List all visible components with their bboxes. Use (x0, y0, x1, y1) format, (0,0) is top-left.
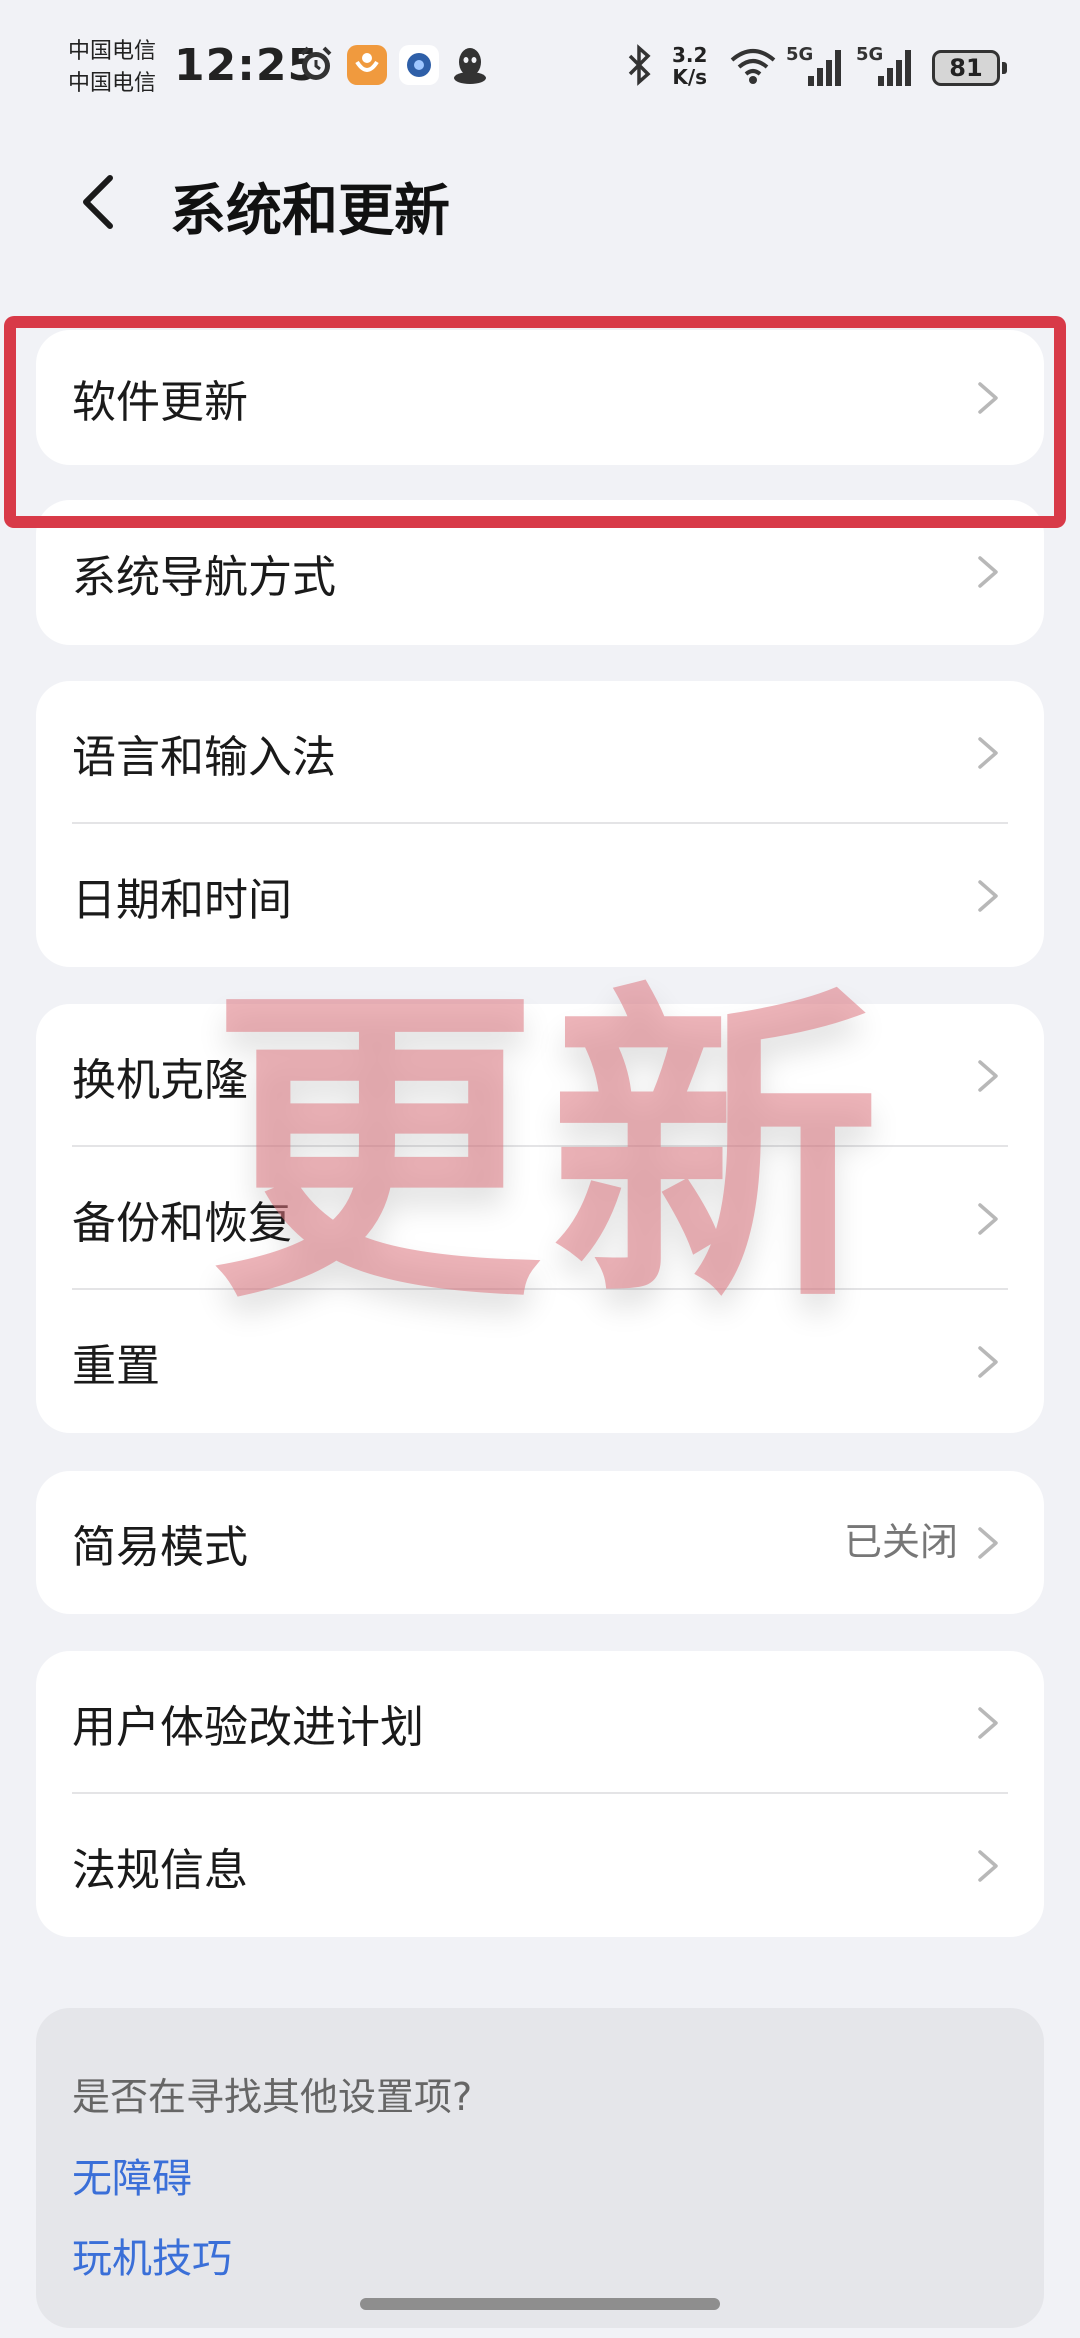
net-speed: 3.2 K/s (672, 44, 707, 88)
card-simple-mode: 简易模式 已关闭 (36, 1471, 1044, 1614)
row-phone-clone[interactable]: 换机克隆 (36, 1004, 1044, 1147)
suggestions-title: 是否在寻找其他设置项? (72, 2075, 473, 2119)
battery-icon: 81 (932, 50, 1000, 86)
row-regulatory-info[interactable]: 法规信息 (36, 1794, 1044, 1937)
app-icon-blue (398, 44, 440, 90)
row-value: 已关闭 (843, 1520, 958, 1564)
page-title: 系统和更新 (170, 179, 450, 244)
row-backup-restore[interactable]: 备份和恢复 (36, 1147, 1044, 1290)
net-speed-value: 3.2 (672, 43, 708, 67)
carrier-labels: 中国电信 中国电信 (68, 36, 156, 100)
alarm-icon (296, 44, 336, 88)
chevron-right-icon (978, 1527, 998, 1559)
row-date-time[interactable]: 日期和时间 (36, 824, 1044, 967)
row-label: 法规信息 (72, 1844, 248, 1896)
link-tips[interactable]: 玩机技巧 (72, 2226, 232, 2284)
settings-page: 中国电信 中国电信 12:25 3.2 K/s 5G 5G 81 系统和更新 软… (0, 0, 1080, 2338)
chevron-right-icon (978, 1346, 998, 1378)
home-indicator[interactable] (360, 2298, 720, 2310)
chevron-right-icon (978, 1850, 998, 1882)
net-speed-unit: K/s (672, 65, 708, 89)
link-accessibility[interactable]: 无障碍 (72, 2146, 192, 2204)
card-backup: 换机克隆 备份和恢复 重置 (36, 1004, 1044, 1433)
row-label: 重置 (72, 1340, 160, 1392)
qq-icon (450, 44, 490, 90)
signal-2-icon (876, 46, 916, 92)
back-button[interactable] (70, 162, 140, 242)
card-legal: 用户体验改进计划 法规信息 (36, 1651, 1044, 1937)
suggestions-card: 是否在寻找其他设置项? 无障碍 玩机技巧 (36, 2008, 1044, 2328)
bluetooth-icon (622, 44, 656, 90)
row-label: 换机克隆 (72, 1054, 248, 1106)
row-label: 用户体验改进计划 (72, 1701, 424, 1753)
chevron-left-icon (83, 175, 113, 229)
row-language-input[interactable]: 语言和输入法 (36, 681, 1044, 824)
signal-1-icon (806, 46, 846, 92)
chevron-right-icon (978, 737, 998, 769)
battery-tip (1002, 62, 1007, 74)
chevron-right-icon (978, 1203, 998, 1235)
chevron-right-icon (978, 1707, 998, 1739)
row-simple-mode[interactable]: 简易模式 已关闭 (36, 1471, 1044, 1614)
highlight-frame (4, 316, 1066, 528)
row-label: 备份和恢复 (72, 1197, 292, 1249)
app-icon-orange (346, 44, 388, 90)
carrier-1: 中国电信 (68, 39, 157, 64)
row-reset[interactable]: 重置 (36, 1290, 1044, 1433)
row-label: 简易模式 (72, 1521, 248, 1573)
chevron-right-icon (978, 1060, 998, 1092)
status-bar: 中国电信 中国电信 12:25 3.2 K/s 5G 5G 81 (0, 0, 1080, 140)
row-label: 语言和输入法 (72, 731, 336, 783)
wifi-icon (728, 44, 778, 90)
carrier-2: 中国电信 (68, 71, 157, 96)
chevron-right-icon (978, 880, 998, 912)
row-label: 日期和时间 (72, 874, 292, 926)
row-ux-program[interactable]: 用户体验改进计划 (36, 1651, 1044, 1794)
card-language-time: 语言和输入法 日期和时间 (36, 681, 1044, 967)
row-label: 系统导航方式 (72, 551, 336, 603)
chevron-right-icon (978, 556, 998, 588)
